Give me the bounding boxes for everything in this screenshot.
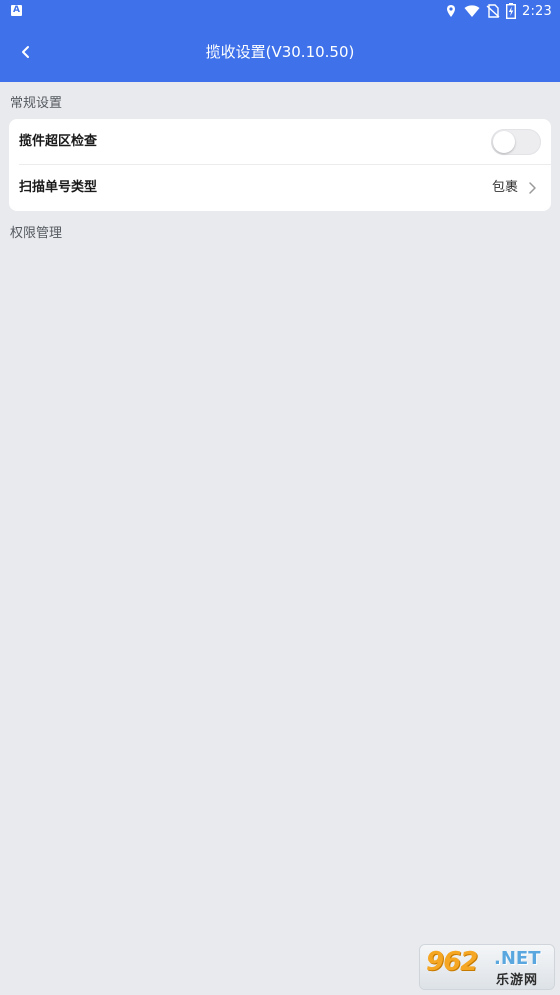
out-of-area-check-toggle[interactable] bbox=[491, 129, 541, 155]
site-watermark-logo: 962 .NET 乐游网 bbox=[420, 945, 554, 989]
general-settings-card: 揽件超区检查 扫描单号类型 包裹 bbox=[9, 119, 551, 211]
section-label-general: 常规设置 bbox=[10, 96, 63, 111]
status-bar: A 2:23 bbox=[0, 0, 560, 22]
section-label-permissions: 权限管理 bbox=[10, 226, 63, 241]
wifi-icon bbox=[464, 5, 480, 17]
app-notification-icon: A bbox=[11, 5, 22, 16]
watermark-net: .NET bbox=[494, 948, 541, 969]
back-arrow-icon bbox=[22, 46, 29, 58]
app-notification-letter: A bbox=[13, 5, 20, 15]
chevron-right-icon bbox=[529, 182, 536, 194]
row-label-out-of-area-check: 揽件超区检查 bbox=[19, 134, 98, 149]
status-icons: 2:23 bbox=[444, 2, 552, 20]
no-sim-icon bbox=[486, 4, 500, 18]
settings-row-scan-number-type[interactable]: 扫描单号类型 包裹 bbox=[9, 165, 551, 211]
row-value-scan-number-type: 包裹 bbox=[491, 180, 518, 195]
row-label-scan-number-type: 扫描单号类型 bbox=[19, 180, 98, 195]
app-bar: 揽收设置(V30.10.50) bbox=[0, 22, 560, 82]
watermark-number: 962 bbox=[426, 947, 478, 977]
toggle-knob bbox=[493, 131, 515, 153]
battery-charging-icon bbox=[506, 3, 516, 19]
back-button[interactable] bbox=[10, 36, 42, 68]
settings-row-out-of-area-check: 揽件超区检查 bbox=[9, 119, 551, 165]
page-title: 揽收设置(V30.10.50) bbox=[205, 43, 355, 61]
status-time: 2:23 bbox=[522, 3, 552, 19]
location-icon bbox=[447, 5, 455, 17]
watermark-cn: 乐游网 bbox=[496, 973, 539, 988]
top-bar: A 2:23 揽收设置(V30.10.50) bbox=[0, 0, 560, 82]
